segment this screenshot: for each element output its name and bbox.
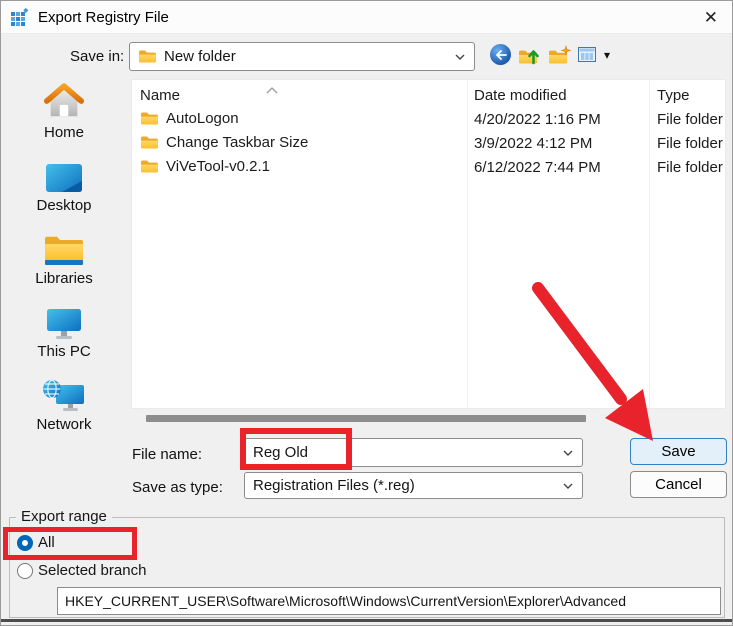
registry-file-icon [11, 8, 29, 26]
window-bottom-edge [1, 619, 732, 622]
sidebar-item-home[interactable]: Home [1, 77, 127, 150]
file-name-label: File name: [132, 446, 203, 463]
view-menu-caret-icon[interactable]: ▾ [604, 48, 610, 62]
save-as-type-combobox[interactable]: Registration Files (*.reg) [244, 472, 583, 499]
folder-icon [140, 135, 159, 150]
sidebar-item-desktop[interactable]: Desktop [1, 150, 127, 223]
export-range-group: Export range All Selected branch HKEY_CU… [9, 508, 725, 618]
chevron-down-icon [562, 449, 574, 457]
save-in-label: Save in: [70, 48, 125, 65]
radio-all-label[interactable]: All [38, 534, 55, 551]
network-icon [42, 369, 86, 413]
places-sidebar: Home Desktop Libraries This PC Network [1, 77, 127, 442]
this-pc-icon [44, 296, 84, 340]
column-header-date-modified[interactable]: Date modified [474, 87, 567, 104]
file-date-modified: 4/20/2022 1:16 PM [474, 111, 601, 128]
home-icon [43, 77, 85, 121]
chevron-down-icon [454, 53, 466, 61]
folder-icon [140, 159, 159, 174]
file-date-modified: 3/9/2022 4:12 PM [474, 135, 593, 152]
save-as-type-value: Registration Files (*.reg) [253, 477, 415, 494]
export-registry-dialog: Export Registry File ✕ Save in: New fold… [0, 0, 733, 626]
file-type: File folder [657, 159, 723, 176]
title-bar: Export Registry File ✕ [1, 1, 732, 34]
save-in-value: New folder [164, 48, 236, 65]
sidebar-item-this-pc[interactable]: This PC [1, 296, 127, 369]
file-name-value: Reg Old [253, 444, 309, 461]
sidebar-item-label: Libraries [35, 270, 93, 287]
sidebar-item-libraries[interactable]: Libraries [1, 223, 127, 296]
sidebar-item-network[interactable]: Network [1, 369, 127, 442]
close-icon[interactable]: ✕ [700, 9, 722, 26]
sort-ascending-icon [266, 81, 278, 98]
dialog-toolbar: ▾ [490, 44, 610, 65]
column-header-name[interactable]: Name [140, 87, 180, 104]
dialog-title: Export Registry File [38, 8, 169, 26]
cancel-button[interactable]: Cancel [630, 471, 727, 498]
back-icon[interactable] [490, 44, 511, 65]
radio-all[interactable] [17, 535, 33, 551]
sidebar-item-label: Home [43, 124, 84, 141]
file-name-input[interactable]: Reg Old [244, 438, 583, 467]
folder-icon [138, 49, 157, 64]
view-menu-icon[interactable] [578, 47, 596, 62]
sidebar-item-label: Network [36, 416, 92, 433]
file-type: File folder [657, 135, 723, 152]
up-one-level-icon[interactable] [518, 45, 541, 65]
chevron-down-icon [562, 482, 574, 490]
folder-icon [140, 111, 159, 126]
column-header-type[interactable]: Type [657, 87, 690, 104]
file-list: Name Date modified Type AutoLogon 4/20/2… [131, 79, 726, 409]
desktop-icon [44, 150, 84, 194]
radio-selected-branch[interactable] [17, 563, 33, 579]
sidebar-item-label: This PC [37, 343, 91, 360]
file-date-modified: 6/12/2022 7:44 PM [474, 159, 601, 176]
save-as-type-label: Save as type: [132, 479, 223, 496]
file-type: File folder [657, 111, 723, 128]
save-button[interactable]: Save [630, 438, 727, 465]
file-name: AutoLogon [166, 110, 239, 127]
column-separator[interactable] [649, 80, 650, 408]
export-range-label: Export range [16, 508, 112, 525]
horizontal-scrollbar[interactable] [146, 415, 586, 422]
save-in-combobox[interactable]: New folder [129, 42, 475, 71]
libraries-icon [43, 223, 85, 267]
create-new-folder-icon[interactable] [548, 44, 571, 65]
branch-path-field[interactable]: HKEY_CURRENT_USER\Software\Microsoft\Win… [57, 587, 721, 615]
radio-selected-branch-label[interactable]: Selected branch [38, 562, 146, 579]
file-name: ViVeTool-v0.2.1 [166, 158, 270, 175]
sidebar-item-label: Desktop [36, 197, 92, 214]
file-name: Change Taskbar Size [166, 134, 309, 151]
column-separator[interactable] [467, 80, 468, 408]
